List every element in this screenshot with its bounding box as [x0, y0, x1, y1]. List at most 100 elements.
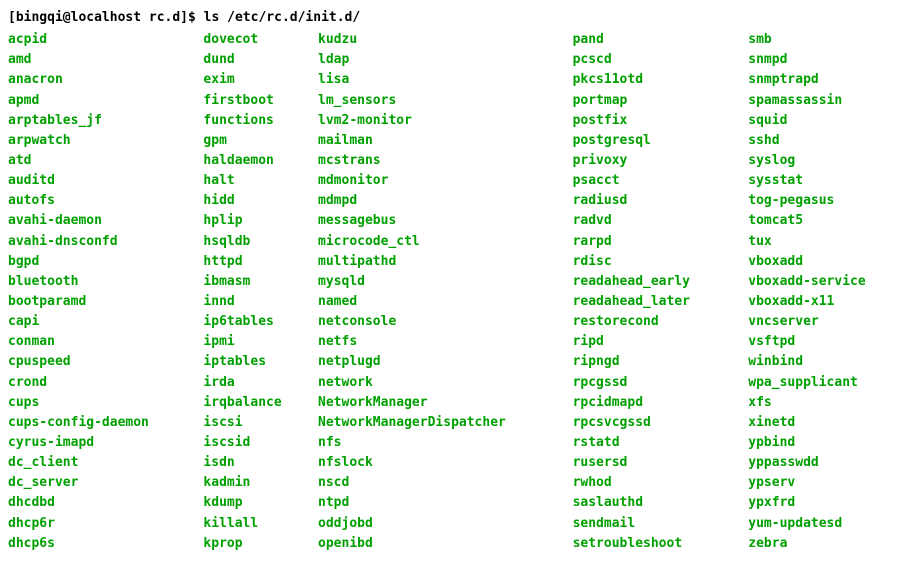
ls-entry: nscd: [318, 473, 555, 493]
ls-entry: smb: [748, 30, 906, 50]
ls-entry: xinetd: [748, 413, 906, 433]
ls-entry: netplugd: [318, 352, 555, 372]
ls-entry: NetworkManagerDispatcher: [318, 413, 555, 433]
ls-entry: mailman: [318, 131, 555, 151]
ls-entry: restorecond: [573, 312, 731, 332]
ls-entry: netconsole: [318, 312, 555, 332]
ls-entry: arpwatch: [8, 131, 185, 151]
ls-entry: nfs: [318, 433, 555, 453]
ls-column-3: kudzuldaplisalm_sensorslvm2-monitormailm…: [318, 30, 555, 554]
ls-entry: sendmail: [573, 514, 731, 534]
ls-entry: yum-updatesd: [748, 514, 906, 534]
ls-entry: ip6tables: [203, 312, 300, 332]
ls-entry: dovecot: [203, 30, 300, 50]
ls-entry: ypserv: [748, 473, 906, 493]
ls-entry: vncserver: [748, 312, 906, 332]
ls-entry: lisa: [318, 70, 555, 90]
ls-entry: ldap: [318, 50, 555, 70]
ls-entry: openibd: [318, 534, 555, 554]
ls-entry: vboxadd-x11: [748, 292, 906, 312]
ls-entry: pand: [573, 30, 731, 50]
ls-entry: halt: [203, 171, 300, 191]
ls-entry: mdmpd: [318, 191, 555, 211]
ls-entry: readahead_later: [573, 292, 731, 312]
ls-entry: hidd: [203, 191, 300, 211]
ls-entry: microcode_ctl: [318, 232, 555, 252]
ls-entry: snmptrapd: [748, 70, 906, 90]
ls-entry: mdmonitor: [318, 171, 555, 191]
ls-entry: tux: [748, 232, 906, 252]
ls-entry: radvd: [573, 211, 731, 231]
ls-entry: rpcsvcgssd: [573, 413, 731, 433]
ls-entry: zebra: [748, 534, 906, 554]
ls-entry: hplip: [203, 211, 300, 231]
ls-entry: saslauthd: [573, 493, 731, 513]
ls-entry: oddjobd: [318, 514, 555, 534]
ls-entry: nfslock: [318, 453, 555, 473]
ls-entry: rwhod: [573, 473, 731, 493]
ls-entry: rarpd: [573, 232, 731, 252]
ls-entry: ripd: [573, 332, 731, 352]
ls-entry: rdisc: [573, 252, 731, 272]
ls-entry: sshd: [748, 131, 906, 151]
ls-entry: wpa_supplicant: [748, 373, 906, 393]
ls-entry: dhcdbd: [8, 493, 185, 513]
ls-entry: xfs: [748, 393, 906, 413]
ls-entry: anacron: [8, 70, 185, 90]
ls-entry: spamassassin: [748, 91, 906, 111]
ls-entry: multipathd: [318, 252, 555, 272]
ls-column-2: dovecotdundeximfirstbootfunctionsgpmhald…: [203, 30, 300, 554]
ls-entry: capi: [8, 312, 185, 332]
ls-entry: httpd: [203, 252, 300, 272]
ls-entry: irda: [203, 373, 300, 393]
ls-entry: pkcs11otd: [573, 70, 731, 90]
ls-entry: bootparamd: [8, 292, 185, 312]
ls-entry: pcscd: [573, 50, 731, 70]
ls-entry: auditd: [8, 171, 185, 191]
ls-entry: avahi-dnsconfd: [8, 232, 185, 252]
ls-entry: tomcat5: [748, 211, 906, 231]
ls-entry: crond: [8, 373, 185, 393]
ls-entry: syslog: [748, 151, 906, 171]
ls-entry: ripngd: [573, 352, 731, 372]
ls-entry: psacct: [573, 171, 731, 191]
ls-entry: iptables: [203, 352, 300, 372]
ls-entry: kadmin: [203, 473, 300, 493]
ls-entry: privoxy: [573, 151, 731, 171]
ls-entry: tog-pegasus: [748, 191, 906, 211]
ls-entry: ypxfrd: [748, 493, 906, 513]
ls-entry: netfs: [318, 332, 555, 352]
ls-entry: dc_client: [8, 453, 185, 473]
ls-entry: kdump: [203, 493, 300, 513]
ls-entry: apmd: [8, 91, 185, 111]
ls-entry: snmpd: [748, 50, 906, 70]
ls-entry: mcstrans: [318, 151, 555, 171]
ls-entry: bluetooth: [8, 272, 185, 292]
prompt-command: ls /etc/rc.d/init.d/: [204, 10, 361, 25]
ls-entry: dc_server: [8, 473, 185, 493]
ls-entry: dund: [203, 50, 300, 70]
ls-entry: ypbind: [748, 433, 906, 453]
ls-entry: hsqldb: [203, 232, 300, 252]
ls-entry: vsftpd: [748, 332, 906, 352]
ls-entry: postgresql: [573, 131, 731, 151]
ls-entry: rstatd: [573, 433, 731, 453]
ls-entry: iscsi: [203, 413, 300, 433]
ls-entry: mysqld: [318, 272, 555, 292]
ls-entry: isdn: [203, 453, 300, 473]
ls-entry: winbind: [748, 352, 906, 372]
ls-entry: vboxadd-service: [748, 272, 906, 292]
ls-entry: cpuspeed: [8, 352, 185, 372]
terminal-prompt-line: [bingqi@localhost rc.d]$ ls /etc/rc.d/in…: [8, 8, 906, 28]
ls-entry: sysstat: [748, 171, 906, 191]
ls-column-1: acpidamdanacronapmdarptables_jfarpwatcha…: [8, 30, 185, 554]
ls-entry: network: [318, 373, 555, 393]
ls-entry: amd: [8, 50, 185, 70]
ls-entry: cups: [8, 393, 185, 413]
ls-entry: iscsid: [203, 433, 300, 453]
ls-entry: ipmi: [203, 332, 300, 352]
ls-entry: bgpd: [8, 252, 185, 272]
ls-entry: readahead_early: [573, 272, 731, 292]
ls-entry: NetworkManager: [318, 393, 555, 413]
ls-entry: dhcp6r: [8, 514, 185, 534]
